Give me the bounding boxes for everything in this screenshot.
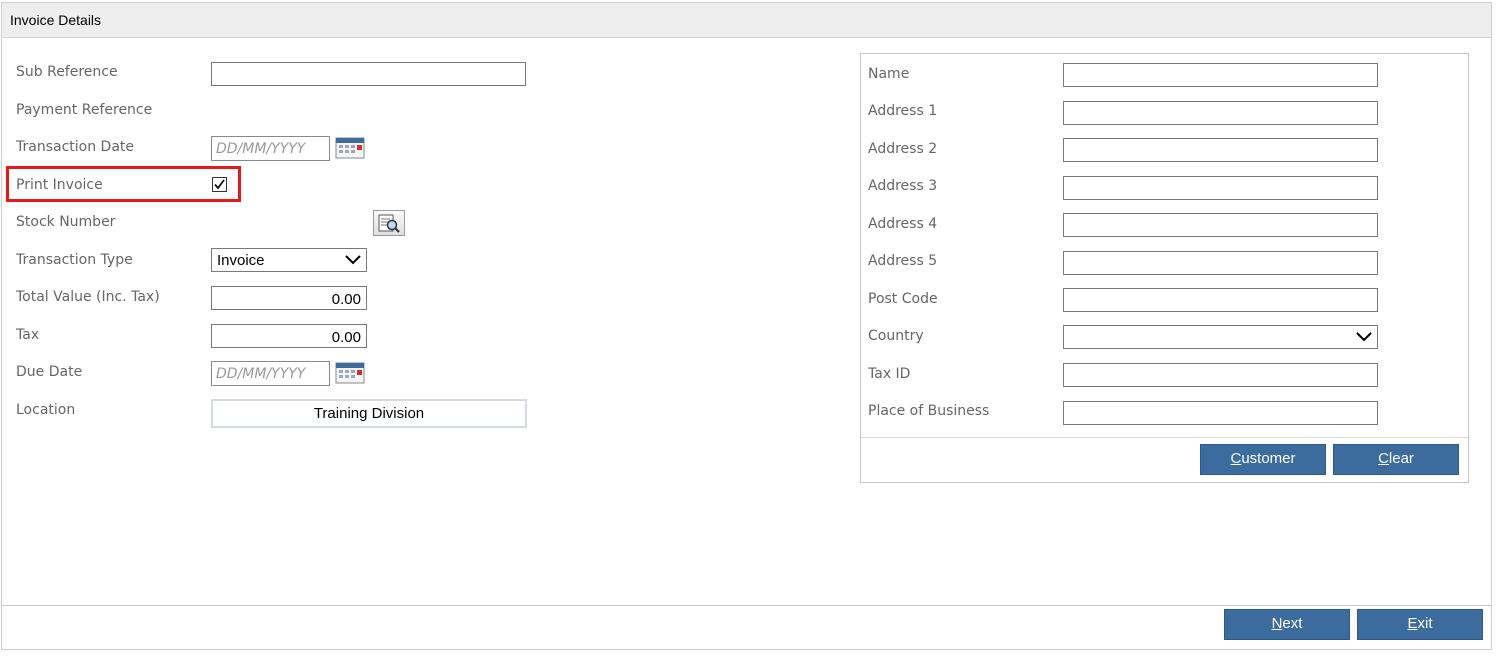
tax-label: Tax xyxy=(16,327,40,343)
clear-button[interactable]: Clear xyxy=(1333,444,1459,475)
tax-id-label: Tax ID xyxy=(868,366,911,382)
transaction-type-select[interactable]: Invoice xyxy=(211,248,367,272)
address-2-input[interactable] xyxy=(1063,138,1378,162)
name-label: Name xyxy=(868,66,910,82)
lookup-icon xyxy=(378,214,400,233)
country-select[interactable] xyxy=(1063,325,1378,349)
print-invoice-checkbox[interactable] xyxy=(212,177,227,192)
print-invoice-label: Print Invoice xyxy=(16,177,103,193)
checkmark-icon xyxy=(214,179,225,190)
location-field[interactable]: Training Division xyxy=(211,399,527,428)
post-code-label: Post Code xyxy=(868,291,938,307)
address-1-label: Address 1 xyxy=(868,103,938,119)
sub-reference-input[interactable] xyxy=(211,62,526,86)
address-3-label: Address 3 xyxy=(868,178,938,194)
tax-id-input[interactable] xyxy=(1063,363,1378,387)
address-5-label: Address 5 xyxy=(868,253,938,269)
exit-button[interactable]: Exit xyxy=(1357,609,1483,640)
transaction-type-label: Transaction Type xyxy=(16,252,133,268)
address-2-label: Address 2 xyxy=(868,141,938,157)
page-title: Invoice Details xyxy=(10,12,102,28)
tax-input[interactable]: 0.00 xyxy=(211,324,367,348)
customer-button[interactable]: Customer xyxy=(1200,444,1326,475)
due-date-label: Due Date xyxy=(16,364,83,380)
address-3-input[interactable] xyxy=(1063,176,1378,200)
post-code-input[interactable] xyxy=(1063,288,1378,312)
sub-reference-label: Sub Reference xyxy=(16,64,118,80)
footer-divider xyxy=(2,605,1492,606)
total-value-label: Total Value (Inc. Tax) xyxy=(16,289,160,305)
calendar-icon[interactable] xyxy=(335,136,365,160)
transaction-date-label: Transaction Date xyxy=(16,139,135,155)
next-button[interactable]: Next xyxy=(1224,609,1350,640)
calendar-icon[interactable] xyxy=(335,361,365,385)
transaction-type-value: Invoice xyxy=(217,252,265,269)
title-bar: Invoice Details xyxy=(2,3,1491,38)
address-4-input[interactable] xyxy=(1063,213,1378,237)
stock-number-label: Stock Number xyxy=(16,214,116,230)
transaction-date-input[interactable]: DD/MM/YYYY xyxy=(211,136,330,161)
chevron-down-icon xyxy=(345,255,361,265)
name-input[interactable] xyxy=(1063,63,1378,87)
payment-reference-label: Payment Reference xyxy=(16,102,153,118)
address-5-input[interactable] xyxy=(1063,251,1378,275)
panel-divider xyxy=(861,437,1468,438)
chevron-down-icon xyxy=(1356,332,1372,342)
location-label: Location xyxy=(16,402,76,418)
place-of-business-input[interactable] xyxy=(1063,401,1378,425)
address-4-label: Address 4 xyxy=(868,216,938,232)
stock-lookup-button[interactable] xyxy=(373,210,405,236)
country-label: Country xyxy=(868,328,924,344)
total-value-input[interactable]: 0.00 xyxy=(211,286,367,310)
due-date-input[interactable]: DD/MM/YYYY xyxy=(211,361,330,386)
place-of-business-label: Place of Business xyxy=(868,403,990,419)
address-1-input[interactable] xyxy=(1063,101,1378,125)
